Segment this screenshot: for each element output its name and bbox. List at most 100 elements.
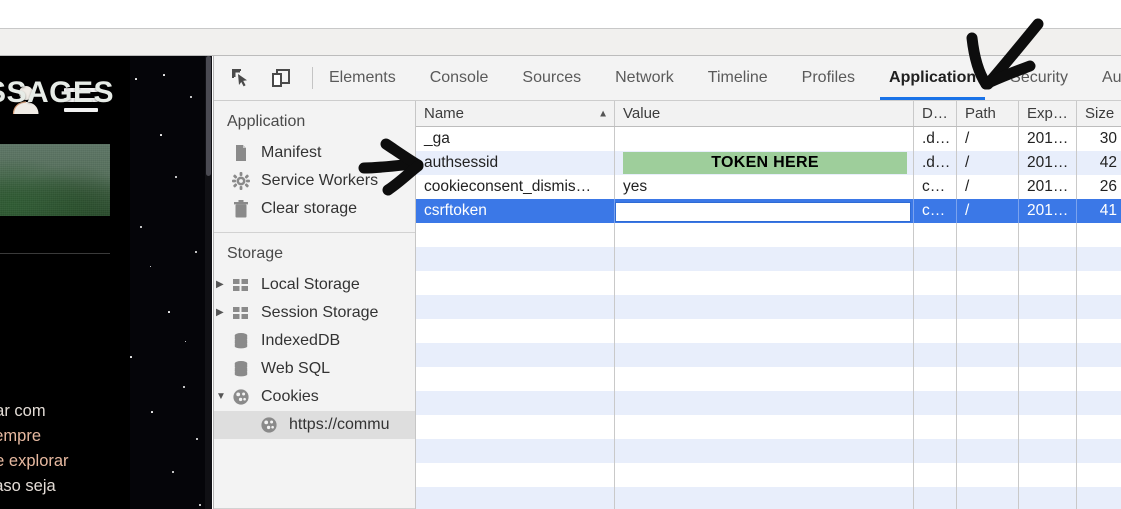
cell-empty — [1077, 391, 1121, 415]
cell-empty — [615, 271, 914, 295]
cell-empty — [1019, 391, 1077, 415]
cell-empty — [615, 295, 914, 319]
hero-image — [0, 144, 110, 216]
sidebar-item-service-workers[interactable]: Service Workers — [214, 167, 415, 195]
chevron-right-icon[interactable]: ▶ — [216, 280, 228, 290]
chevron-right-icon[interactable]: ▶ — [216, 308, 228, 318]
cell-path[interactable]: / — [957, 127, 1019, 151]
value-edit-input[interactable] — [615, 202, 911, 222]
cell-name[interactable]: csrftoken — [416, 199, 615, 223]
tab-profiles[interactable]: Profiles — [785, 56, 872, 100]
cell-expires[interactable]: 201… — [1019, 151, 1077, 175]
cell-size[interactable]: 26 — [1077, 175, 1121, 199]
cookie-icon — [230, 387, 252, 407]
cell-empty — [1019, 367, 1077, 391]
table-row[interactable]: csrftoken c…/201…41 — [416, 199, 1121, 223]
inspect-element-icon[interactable] — [228, 65, 254, 91]
database-icon — [230, 359, 252, 379]
storage-grid-icon — [230, 275, 252, 295]
page-paragraph: gar comsemprede explorarcaso seja — [0, 399, 136, 499]
column-header-path[interactable]: Path — [957, 101, 1019, 126]
cell-empty — [1077, 463, 1121, 487]
cell-domain[interactable]: c… — [914, 199, 957, 223]
sidebar-item-label: IndexedDB — [261, 332, 340, 350]
cell-size[interactable]: 30 — [1077, 127, 1121, 151]
table-row-empty — [416, 271, 1121, 295]
table-row[interactable]: cookieconsent_dismis…yesc…/201…26 — [416, 175, 1121, 199]
cell-path[interactable]: / — [957, 151, 1019, 175]
cell-empty — [1019, 487, 1077, 509]
column-header-domain[interactable]: D… — [914, 101, 957, 126]
page-scrollbar[interactable] — [205, 56, 212, 509]
sidebar-item-session-storage[interactable]: ▶Session Storage — [214, 299, 415, 327]
sidebar-section-application: Application — [214, 101, 415, 139]
sidebar-item-https-commu[interactable]: https://commu — [214, 411, 415, 439]
cell-domain[interactable]: .d… — [914, 151, 957, 175]
cookies-table-body: _ga.d…/201…30authsessidTOKEN HERE.d…/201… — [416, 127, 1121, 509]
cell-empty — [1077, 319, 1121, 343]
cell-empty — [416, 439, 615, 463]
cell-name[interactable]: cookieconsent_dismis… — [416, 175, 615, 199]
cell-empty — [914, 223, 957, 247]
cell-expires[interactable]: 201… — [1019, 199, 1077, 223]
star — [160, 134, 162, 136]
column-header-name[interactable]: Name▲ — [416, 101, 615, 126]
cell-empty — [1019, 223, 1077, 247]
tab-console[interactable]: Console — [413, 56, 506, 100]
table-row[interactable]: _ga .d…/201…30 — [416, 127, 1121, 151]
tab-timeline[interactable]: Timeline — [691, 56, 785, 100]
cell-value[interactable]: yes — [615, 175, 914, 199]
cell-path[interactable]: / — [957, 199, 1019, 223]
cell-empty — [914, 343, 957, 367]
cell-empty — [1077, 271, 1121, 295]
cell-empty — [914, 367, 957, 391]
sidebar-item-web-sql[interactable]: Web SQL — [214, 355, 415, 383]
chevron-down-icon[interactable]: ▼ — [216, 392, 228, 402]
tab-elements[interactable]: Elements — [312, 56, 413, 100]
devtools-panel: ElementsConsoleSourcesNetworkTimelinePro… — [213, 56, 1121, 509]
star — [163, 74, 165, 76]
cell-path[interactable]: / — [957, 175, 1019, 199]
tab-sources[interactable]: Sources — [505, 56, 598, 100]
sidebar-item-manifest[interactable]: Manifest — [214, 139, 415, 167]
sidebar-item-cookies[interactable]: ▼Cookies — [214, 383, 415, 411]
column-header-expires[interactable]: Exp… — [1019, 101, 1077, 126]
sidebar-item-local-storage[interactable]: ▶Local Storage — [214, 271, 415, 299]
cell-value[interactable]: TOKEN HERE — [615, 151, 914, 175]
star — [172, 471, 174, 473]
sidebar-item-indexeddb[interactable]: IndexedDB — [214, 327, 415, 355]
cell-value[interactable] — [615, 127, 914, 151]
cell-empty — [1019, 415, 1077, 439]
tab-security[interactable]: Security — [993, 56, 1085, 100]
cell-expires[interactable]: 201… — [1019, 175, 1077, 199]
star — [199, 504, 201, 506]
cell-empty — [914, 439, 957, 463]
cell-empty — [1077, 439, 1121, 463]
cell-domain[interactable]: .d… — [914, 127, 957, 151]
tab-application[interactable]: Application — [872, 56, 993, 100]
cell-size[interactable]: 41 — [1077, 199, 1121, 223]
star — [196, 438, 198, 440]
sidebar-item-label: Web SQL — [261, 360, 330, 378]
column-header-value[interactable]: Value — [615, 101, 914, 126]
cell-name[interactable]: authsessid — [416, 151, 615, 175]
cell-size[interactable]: 42 — [1077, 151, 1121, 175]
cell-empty — [416, 319, 615, 343]
star — [190, 96, 192, 98]
cell-name[interactable]: _ga — [416, 127, 615, 151]
trash-icon — [230, 199, 252, 219]
cell-empty — [416, 415, 615, 439]
tab-au[interactable]: Au — [1085, 56, 1121, 100]
column-header-size[interactable]: Size — [1077, 101, 1121, 126]
cell-empty — [957, 343, 1019, 367]
cell-expires[interactable]: 201… — [1019, 127, 1077, 151]
sidebar-item-clear-storage[interactable]: Clear storage — [214, 195, 415, 223]
device-toolbar-icon[interactable] — [268, 65, 294, 91]
cell-empty — [1019, 319, 1077, 343]
cell-empty — [1019, 271, 1077, 295]
tab-network[interactable]: Network — [598, 56, 691, 100]
cell-domain[interactable]: c… — [914, 175, 957, 199]
table-row[interactable]: authsessidTOKEN HERE.d…/201…42 — [416, 151, 1121, 175]
cell-empty — [615, 463, 914, 487]
cell-value[interactable] — [615, 199, 914, 223]
